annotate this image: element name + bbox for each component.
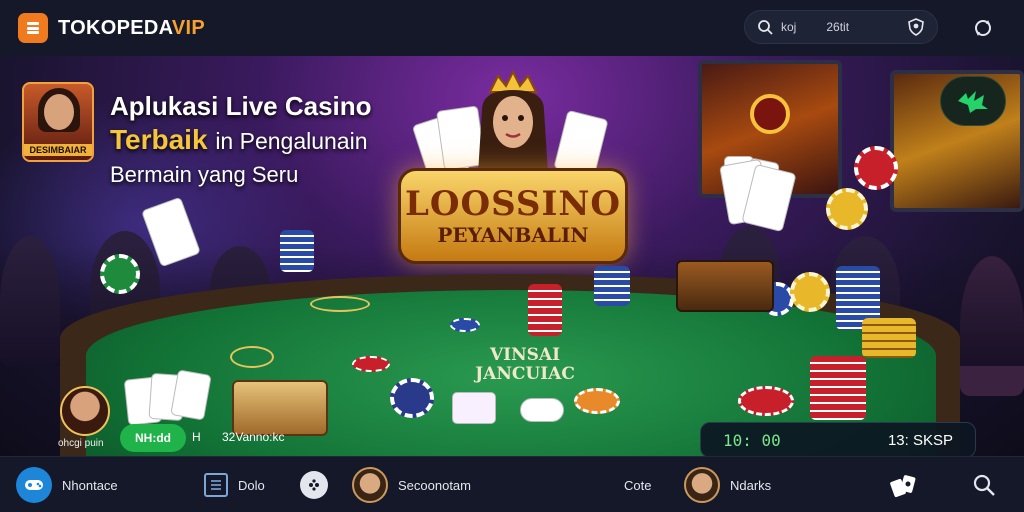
expand-icon [958,91,988,113]
shield-icon[interactable] [907,18,925,36]
hero-headline: Aplukasi Live Casino Terbaik in Pengalun… [110,90,372,191]
logo-icon[interactable] [18,13,48,43]
poker-chip [790,272,830,312]
chip-stack [280,230,314,272]
player-label: ohcgi puin [58,438,104,449]
nav-item-search[interactable] [972,457,996,512]
game-controller-icon [16,467,52,503]
poker-chip [826,188,868,230]
search-icon [758,20,773,35]
player-bet-pill[interactable]: NH:dd [120,424,186,452]
timer-info: 13: SKSP [887,431,953,449]
game-subtitle: PEYANBALIN [437,223,589,247]
search-bar[interactable]: koj 26tit [744,10,938,44]
bet-spot[interactable] [230,346,274,368]
cards-icon [890,475,916,498]
player-balance: 32Vanno:kc [222,430,285,444]
poker-chip [574,388,620,414]
playing-card [452,392,496,424]
bet-spot[interactable] [310,296,370,312]
chip-stack [810,356,866,420]
nav-label: Cote [624,477,652,493]
nav-item-cards[interactable] [888,457,918,512]
chip-stack [594,266,630,306]
queen-mascot [478,70,548,174]
avatar [352,467,388,503]
brand-name-main: TOKOPEDA [58,16,172,39]
nav-item-list[interactable]: Dolo [204,457,265,512]
nav-item-more[interactable] [300,457,338,512]
refresh-icon[interactable] [972,17,994,39]
nav-label: Ndarks [730,477,772,493]
host-avatar-card[interactable]: DESIMBAIAR [22,82,94,162]
headline-line-1: Aplukasi Live Casino [110,91,372,121]
monitor-emblem [750,94,790,134]
brand-name[interactable]: TOKOPEDAVIP [58,17,205,40]
playing-card [520,398,564,422]
nav-label: Secoonotam [398,477,471,493]
poker-chip [738,386,794,416]
avatar [684,467,720,503]
player-avatar[interactable] [60,386,110,436]
pill-h-label: H [192,430,201,444]
casino-app: TOKOPEDAVIP koj 26tit DESIMBAIAR Aplukas… [0,0,1024,512]
list-icon [204,473,228,497]
search-query: koj [781,20,797,34]
bottom-nav: Nhontace Dolo Secoonotam Cote Ndarks [0,456,1024,512]
headline-line-3: Bermain yang Seru [110,162,299,187]
felt-line-1: VINSAI [489,345,561,365]
poker-chip [352,356,390,372]
headline-bold: Terbaik [110,124,208,155]
dots-icon [300,471,328,499]
dealer-shoe [676,260,774,312]
brand-name-accent: VIP [171,16,206,39]
hero-banner[interactable]: DESIMBAIAR Aplukasi Live Casino Terbaik … [0,56,1024,456]
table-felt-text: VINSAI JANCUIAC [440,346,610,384]
round-timer: 10: 00 13: SKSP [700,422,976,456]
poker-chip [100,254,140,294]
game-title: LOOSSINO [404,184,622,224]
poker-chip [450,318,480,332]
timer-countdown: 10: 00 [723,430,781,450]
host-label: DESIMBAIAR [24,144,92,156]
nav-item-profile[interactable]: Secoonotam [352,457,471,512]
nav-item-home[interactable]: Nhontace [16,457,118,512]
nav-label: Nhontace [62,477,118,493]
chip-stack [862,318,916,358]
chip-stack [528,284,562,336]
search-icon [973,474,995,496]
search-count: 26tit [826,20,850,34]
top-bar: TOKOPEDAVIP koj 26tit [0,0,1024,56]
poker-chip [854,146,898,190]
nav-label: Dolo [238,477,265,493]
expand-button[interactable] [940,76,1006,126]
felt-line-2: JANCUIAC [475,364,575,384]
headline-line-2: Terbaik in Pengalunain [110,123,372,158]
host-face [44,94,74,130]
nav-item-ndarks[interactable]: Ndarks [684,457,771,512]
game-title-badge[interactable]: LOOSSINO PEYANBALIN [398,168,628,264]
poker-chip [390,378,434,418]
nav-item-cote[interactable]: Cote [624,457,651,512]
headline-rest: in Pengalunain [215,128,368,154]
card-shoe [232,380,328,436]
